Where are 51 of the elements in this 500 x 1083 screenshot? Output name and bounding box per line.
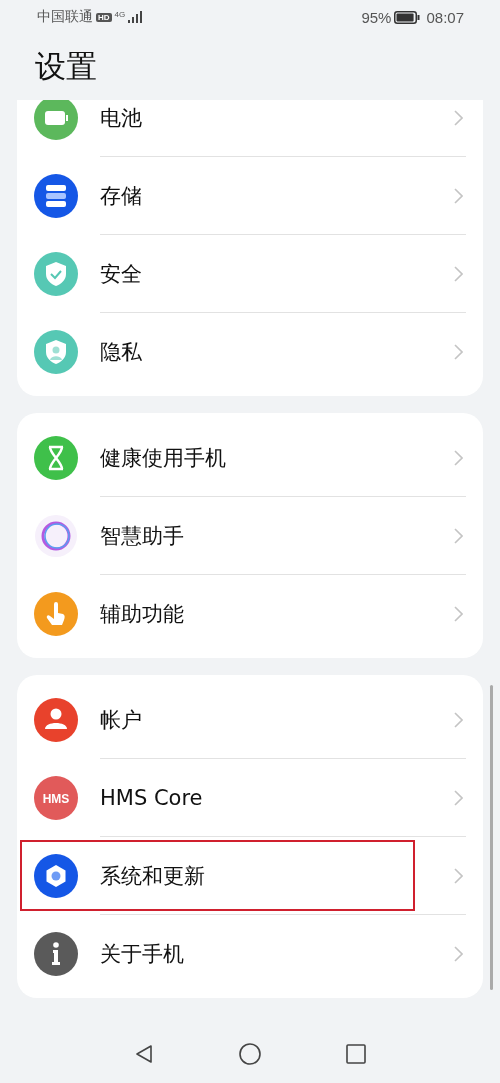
item-label: 辅助功能: [100, 601, 184, 628]
battery-icon: [394, 10, 421, 24]
settings-item[interactable]: 系统和更新: [17, 837, 483, 915]
hd-badge: HD: [96, 12, 112, 22]
chevron-icon: [454, 109, 463, 126]
settings-item[interactable]: 帐户: [17, 681, 483, 759]
item-label: 系统和更新: [100, 862, 205, 890]
hms-icon: HMS: [34, 776, 78, 820]
battery-percent: 95%: [361, 8, 392, 26]
settings-item[interactable]: 智慧助手: [17, 497, 483, 575]
home-icon[interactable]: [239, 1043, 261, 1065]
chevron-icon: [454, 606, 463, 622]
item-label: 智慧助手: [100, 522, 184, 550]
security-icon: [34, 252, 78, 296]
item-label: HMS Core: [100, 785, 203, 810]
network-type: 4G: [114, 10, 126, 19]
carrier-name: 中国联通: [37, 8, 93, 26]
chevron-icon: [454, 867, 463, 884]
chevron-icon: [454, 527, 463, 544]
recents-icon[interactable]: [346, 1044, 366, 1064]
chevron-icon: [454, 449, 463, 466]
chevron-icon: [454, 789, 463, 806]
page-title: 设置: [35, 47, 97, 86]
chevron-icon: [454, 187, 463, 204]
chevron-icon: [454, 344, 463, 360]
settings-item[interactable]: 电池: [17, 100, 483, 157]
item-label: 存储: [100, 182, 142, 210]
settings-item[interactable]: 关于手机: [17, 915, 483, 993]
signal-icon: [128, 11, 143, 23]
chevron-icon: [454, 265, 463, 282]
item-label: 帐户: [100, 706, 142, 734]
settings-item[interactable]: 辅助功能: [17, 575, 483, 653]
item-label: 安全: [100, 260, 142, 288]
settings-item[interactable]: 安全: [17, 235, 483, 313]
chevron-icon: [454, 711, 463, 728]
account-icon: [34, 698, 78, 742]
about-icon: [34, 932, 78, 976]
item-label: 电池: [100, 104, 142, 132]
item-label: 健康使用手机: [100, 444, 226, 472]
chevron-icon: [454, 946, 463, 962]
hourglass-icon: [34, 436, 78, 480]
settings-item[interactable]: HMS HMS Core: [17, 759, 483, 837]
privacy-icon: [34, 330, 78, 374]
settings-item[interactable]: 存储: [17, 157, 483, 235]
settings-item[interactable]: 健康使用手机: [17, 419, 483, 497]
clock: 08:07: [426, 8, 464, 26]
settings-item[interactable]: 隐私: [17, 313, 483, 391]
item-label: 关于手机: [100, 941, 184, 968]
item-label: 隐私: [100, 339, 142, 366]
back-icon[interactable]: [134, 1044, 154, 1064]
storage-icon: [34, 174, 78, 218]
